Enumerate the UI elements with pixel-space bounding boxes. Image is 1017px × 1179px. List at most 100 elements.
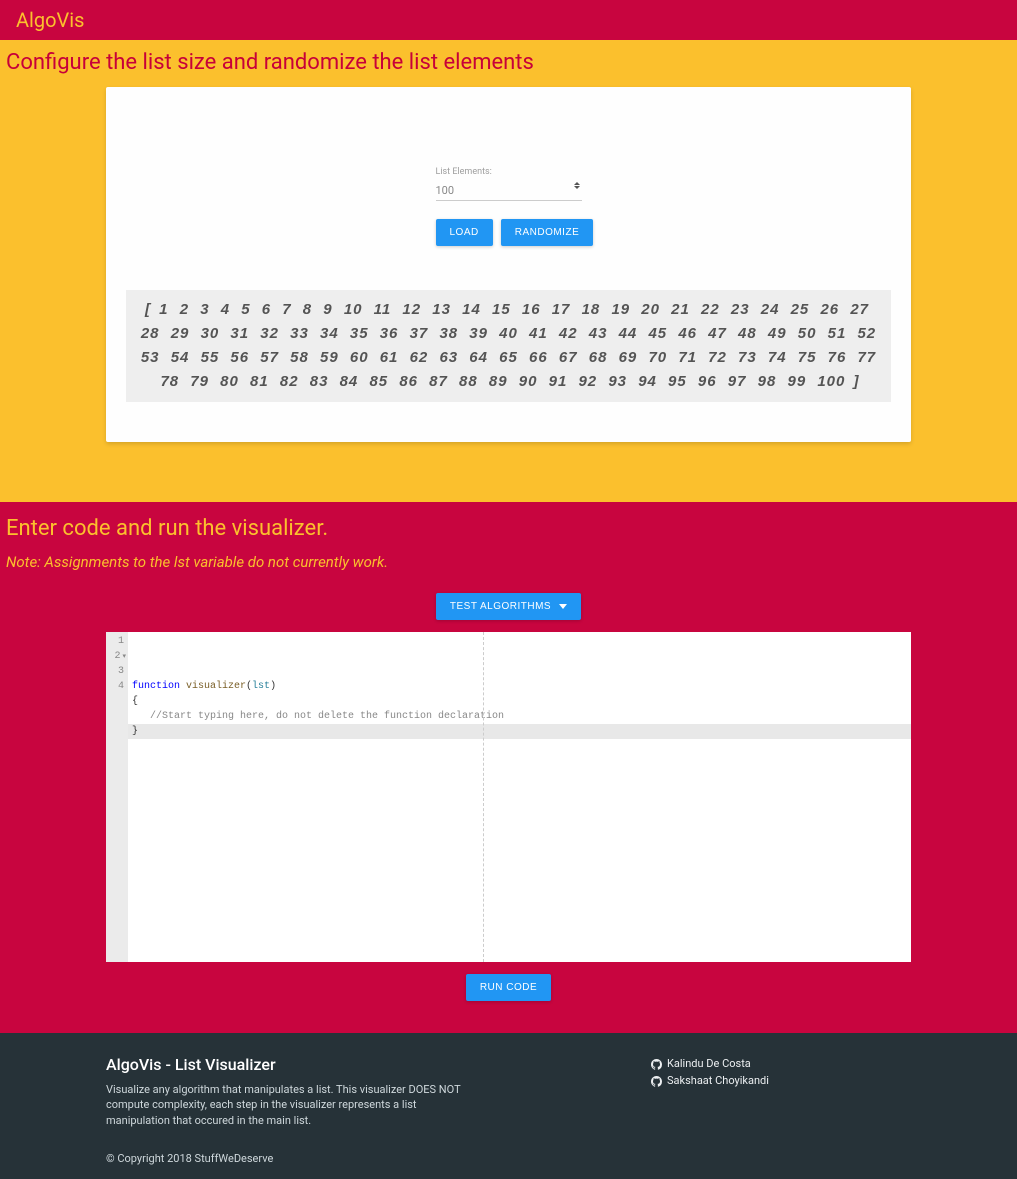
list-number: 9 bbox=[320, 298, 335, 322]
list-number: 50 bbox=[795, 322, 820, 346]
list-number: 15 bbox=[489, 298, 514, 322]
list-number: 22 bbox=[698, 298, 723, 322]
list-number: 36 bbox=[377, 322, 402, 346]
list-number: 75 bbox=[795, 346, 820, 370]
list-display: [ 1 2 3 4 5 6 7 8 9 10 11 12 13 14 15 16… bbox=[126, 290, 891, 402]
number-spinner[interactable] bbox=[574, 179, 582, 191]
list-elements-label: List Elements: bbox=[436, 167, 582, 177]
line-number: 2 bbox=[108, 649, 124, 664]
list-number: 52 bbox=[854, 322, 879, 346]
list-number: 37 bbox=[407, 322, 432, 346]
test-algorithms-label: TEST ALGORITHMS bbox=[450, 601, 551, 612]
list-number: 40 bbox=[496, 322, 521, 346]
spinner-up-icon[interactable] bbox=[574, 182, 580, 185]
list-number: 43 bbox=[586, 322, 611, 346]
run-code-button[interactable]: RUN CODE bbox=[466, 974, 551, 1001]
load-button[interactable]: LOAD bbox=[436, 219, 493, 246]
list-number: 4 bbox=[218, 298, 233, 322]
list-number: 99 bbox=[784, 370, 809, 394]
list-number: 8 bbox=[300, 298, 315, 322]
list-number: 18 bbox=[579, 298, 604, 322]
list-number: 47 bbox=[705, 322, 730, 346]
list-number: 5 bbox=[238, 298, 253, 322]
list-number: 13 bbox=[429, 298, 454, 322]
editor-guide-line bbox=[483, 632, 484, 962]
list-number: 67 bbox=[556, 346, 581, 370]
line-number: 4 bbox=[108, 679, 124, 694]
list-elements-group: List Elements: bbox=[436, 167, 582, 201]
list-number: 79 bbox=[187, 370, 212, 394]
list-number: 30 bbox=[198, 322, 223, 346]
config-card: List Elements: LOAD RANDOMIZE [ 1 2 3 4 … bbox=[106, 87, 911, 442]
github-icon bbox=[651, 1074, 662, 1087]
list-number: 28 bbox=[138, 322, 163, 346]
list-number: 85 bbox=[366, 370, 391, 394]
list-number: 23 bbox=[728, 298, 753, 322]
github-icon bbox=[651, 1057, 662, 1070]
list-number: 64 bbox=[466, 346, 491, 370]
app-title: AlgoVis bbox=[16, 8, 1001, 32]
test-algorithms-button[interactable]: TEST ALGORITHMS bbox=[436, 593, 581, 620]
list-number: 73 bbox=[735, 346, 760, 370]
config-button-row: LOAD RANDOMIZE bbox=[436, 219, 582, 246]
list-number: 27 bbox=[847, 298, 872, 322]
list-number: 74 bbox=[765, 346, 790, 370]
spinner-down-icon[interactable] bbox=[574, 186, 580, 189]
footer-desc: Visualize any algorithm that manipulates… bbox=[106, 1082, 466, 1128]
list-number: 88 bbox=[456, 370, 481, 394]
contributor-name: Sakshaat Choyikandi bbox=[667, 1074, 769, 1087]
code-line: function visualizer(lst) bbox=[132, 679, 907, 694]
list-number: 53 bbox=[138, 346, 163, 370]
list-number: 77 bbox=[854, 346, 879, 370]
list-number: 93 bbox=[605, 370, 630, 394]
list-number: 32 bbox=[257, 322, 282, 346]
list-number: 71 bbox=[675, 346, 700, 370]
code-section-note: Note: Assignments to the lst variable do… bbox=[0, 553, 1017, 587]
list-number: 96 bbox=[695, 370, 720, 394]
list-number: 12 bbox=[399, 298, 424, 322]
list-number: 68 bbox=[586, 346, 611, 370]
list-number: 42 bbox=[556, 322, 581, 346]
list-number: 33 bbox=[287, 322, 312, 346]
list-number: 57 bbox=[257, 346, 282, 370]
list-elements-input[interactable] bbox=[436, 184, 582, 197]
contributor-link[interactable]: Sakshaat Choyikandi bbox=[651, 1074, 911, 1087]
list-number: 49 bbox=[765, 322, 790, 346]
list-number: 17 bbox=[549, 298, 574, 322]
list-number: 63 bbox=[436, 346, 461, 370]
list-number: 44 bbox=[616, 322, 641, 346]
list-number: 14 bbox=[459, 298, 484, 322]
list-number: 24 bbox=[758, 298, 783, 322]
list-number: 41 bbox=[526, 322, 551, 346]
editor-code-area[interactable]: function visualizer(lst){ //Start typing… bbox=[128, 632, 911, 962]
list-number: 72 bbox=[705, 346, 730, 370]
list-number: 16 bbox=[519, 298, 544, 322]
list-number: 1 bbox=[156, 298, 171, 322]
list-number: 58 bbox=[287, 346, 312, 370]
contributor-link[interactable]: Kalindu De Costa bbox=[651, 1057, 911, 1070]
header-bar: AlgoVis bbox=[0, 0, 1017, 40]
list-number: 25 bbox=[788, 298, 813, 322]
list-number: 55 bbox=[198, 346, 223, 370]
list-elements-input-wrap[interactable] bbox=[436, 179, 582, 201]
footer-contributors: Kalindu De Costa Sakshaat Choyikandi bbox=[651, 1055, 911, 1128]
list-number: 91 bbox=[546, 370, 571, 394]
list-number: 69 bbox=[616, 346, 641, 370]
list-number: 60 bbox=[347, 346, 372, 370]
list-number: 90 bbox=[516, 370, 541, 394]
randomize-button[interactable]: RANDOMIZE bbox=[501, 219, 594, 246]
footer: AlgoVis - List Visualizer Visualize any … bbox=[0, 1033, 1017, 1179]
list-number: 39 bbox=[466, 322, 491, 346]
contributor-name: Kalindu De Costa bbox=[667, 1057, 751, 1070]
list-number: 56 bbox=[227, 346, 252, 370]
list-number: 76 bbox=[825, 346, 850, 370]
config-section-title: Configure the list size and randomize th… bbox=[0, 48, 1017, 87]
list-number: 84 bbox=[337, 370, 362, 394]
list-number: 54 bbox=[168, 346, 193, 370]
list-number: 46 bbox=[675, 322, 700, 346]
list-number: 10 bbox=[341, 298, 366, 322]
editor-gutter: 1234 bbox=[106, 632, 128, 962]
list-number: 92 bbox=[575, 370, 600, 394]
list-number: 82 bbox=[277, 370, 302, 394]
code-editor[interactable]: 1234 function visualizer(lst){ //Start t… bbox=[106, 632, 911, 962]
